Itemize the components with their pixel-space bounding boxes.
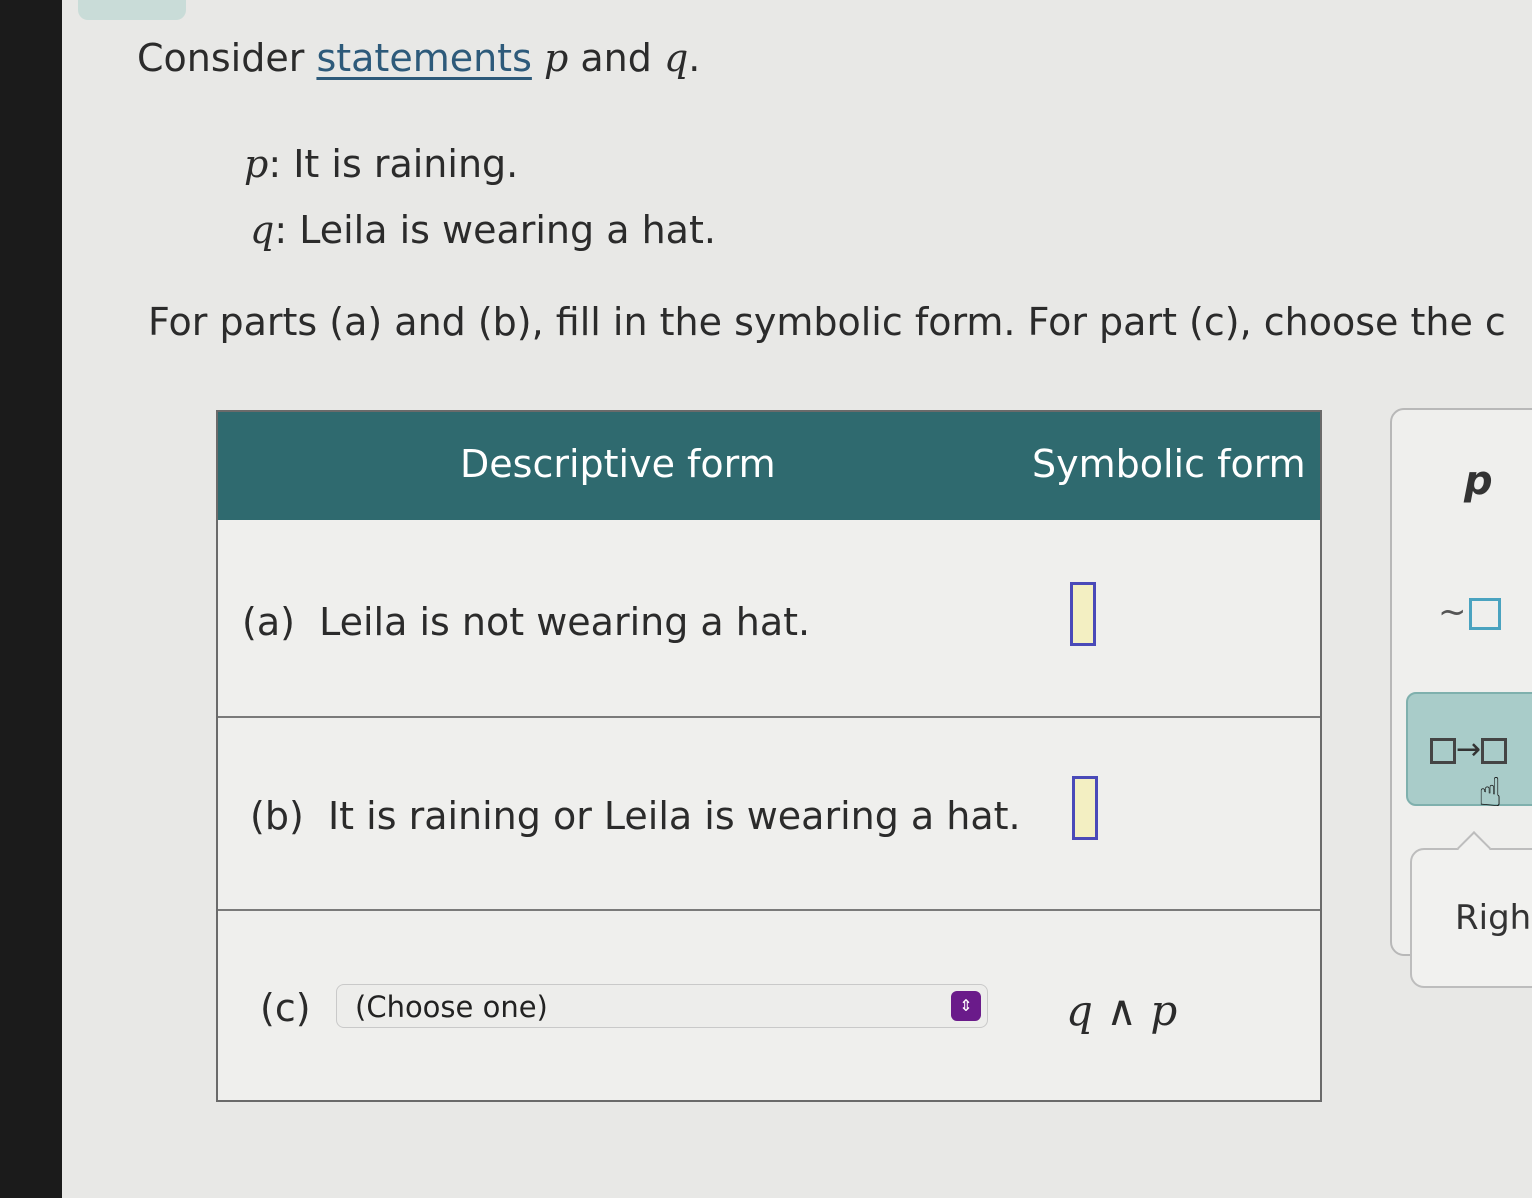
- row-divider: [218, 716, 1320, 718]
- intro-sentence: Consider statements p and q.: [137, 36, 700, 80]
- palette-not-button[interactable]: ~: [1438, 592, 1501, 632]
- intro-and: and: [568, 36, 664, 80]
- palette-conditional-button[interactable]: →: [1406, 692, 1532, 806]
- row-b-text: It is raining or Leila is wearing a hat.: [327, 794, 1021, 838]
- row-a-answer-input[interactable]: [1070, 582, 1096, 646]
- select-value: (Choose one): [355, 990, 548, 1024]
- statement-q-var: q: [250, 208, 275, 252]
- var-p: p: [543, 36, 569, 80]
- row-c-choose-select[interactable]: (Choose one) ⇕: [336, 984, 988, 1028]
- screen: Consider statements p and q. p: It is ra…: [0, 0, 1532, 1198]
- conditional-symbol: →: [1430, 732, 1508, 767]
- tooltip-label: Righ: [1455, 898, 1532, 938]
- instructions: For parts (a) and (b), fill in the symbo…: [148, 300, 1506, 344]
- intro-prefix: Consider: [137, 36, 317, 80]
- statement-q-text: : Leila is wearing a hat.: [274, 208, 716, 252]
- row-c-symbolic-q: q: [1066, 986, 1093, 1035]
- statement-p: p: It is raining.: [244, 142, 518, 186]
- palette-p-button[interactable]: p: [1464, 458, 1493, 504]
- row-c-symbolic-p: p: [1150, 986, 1178, 1035]
- row-a-text: Leila is not wearing a hat.: [319, 600, 811, 644]
- statements-link[interactable]: statements: [316, 36, 531, 80]
- not-symbol: ~: [1438, 592, 1467, 632]
- intro-suffix: .: [688, 36, 701, 80]
- placeholder-square-icon: [1468, 597, 1501, 630]
- placeholder-square-icon: [1430, 737, 1456, 764]
- row-a-descriptive: (a) Leila is not wearing a hat.: [242, 600, 810, 644]
- arrow-symbol: →: [1456, 732, 1482, 767]
- statement-p-var: p: [244, 142, 269, 186]
- statement-q: q: Leila is wearing a hat.: [250, 208, 716, 252]
- hand-pointer-icon: ☝: [1478, 770, 1503, 816]
- header-descriptive: Descriptive form: [460, 442, 776, 486]
- row-b-answer-input[interactable]: [1072, 776, 1098, 840]
- placeholder-square-icon: [1481, 737, 1508, 764]
- table-header: Descriptive form Symbolic form: [218, 412, 1320, 520]
- row-c-label: (c): [260, 986, 311, 1030]
- row-c-symbolic: q ∧ p: [1066, 986, 1177, 1035]
- var-q: q: [663, 36, 689, 80]
- row-c-symbolic-op: ∧: [1106, 986, 1137, 1035]
- row-b-descriptive: (b) It is raining or Leila is wearing a …: [250, 794, 1021, 838]
- top-tab[interactable]: [78, 0, 186, 20]
- select-updown-icon[interactable]: ⇕: [951, 991, 981, 1021]
- row-divider: [218, 909, 1320, 911]
- statement-p-text: : It is raining.: [268, 142, 519, 186]
- header-symbolic: Symbolic form: [1032, 442, 1306, 486]
- forms-table: Descriptive form Symbolic form (a) Leila…: [216, 410, 1322, 1102]
- row-b-label: (b): [250, 794, 304, 838]
- row-a-label: (a): [242, 600, 295, 644]
